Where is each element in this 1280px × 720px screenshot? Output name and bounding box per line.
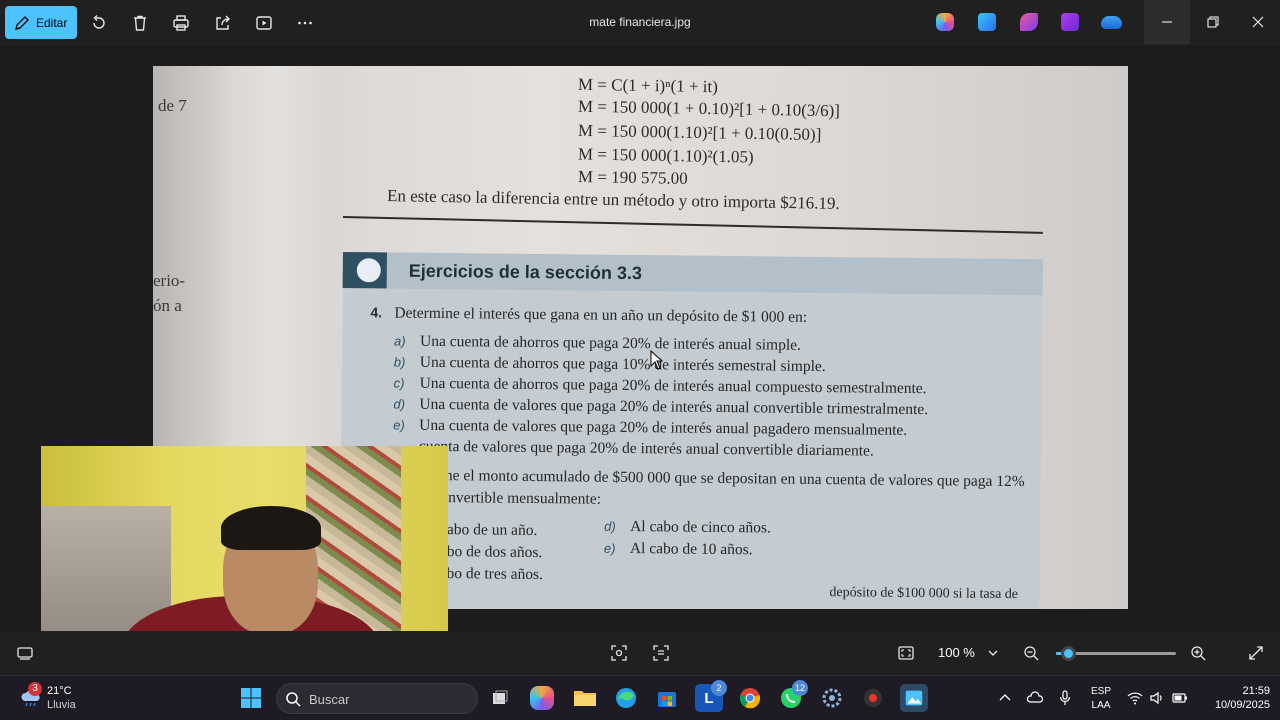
list-item: e) Una cuenta de valores que paga 20% de … [393,416,908,439]
file-explorer-icon[interactable] [571,684,599,712]
settings-icon[interactable] [818,684,846,712]
notification-badge: 12 [792,680,808,696]
slideshow-icon[interactable] [253,12,275,34]
problem-5-line-1: ine el monto acumulado de $500 000 que s… [440,467,1025,491]
zoom-out-icon[interactable] [1022,644,1040,662]
copilot-icon[interactable] [936,13,954,31]
formula-line: M = 190 575.00 [577,167,688,188]
restore-icon [1207,16,1219,28]
edit-button[interactable]: Editar [5,6,77,39]
list-item: cabo de un año. [440,521,538,540]
restore-button[interactable] [1190,0,1236,44]
margin-text-left-1: erio- [153,271,186,290]
store-icon[interactable] [653,684,681,712]
volume-icon[interactable] [1149,690,1165,706]
designer-icon[interactable] [978,13,996,31]
print-icon[interactable] [170,12,192,34]
viewer-bottom-bar: 100 % [0,631,1280,675]
zoom-in-icon[interactable] [1189,644,1207,662]
edit-button-label: Editar [36,15,68,30]
more-icon[interactable] [294,12,316,34]
problem-text: Determine el interés que gana en un año … [394,304,808,326]
problem-5-line-2: onvertible mensualmente: [440,489,602,508]
photos-app-icon[interactable] [900,684,928,712]
list-item: d) Al cabo de cinco años. [604,518,771,537]
difference-sentence: En este caso la diferencia entre un méto… [386,186,840,213]
search-icon [286,692,301,707]
cut-off-line: depósito de $100 000 si la tasa de [829,585,1019,603]
onedrive-tray-icon[interactable] [1026,690,1044,706]
formula-line: M = C(1 + i)ⁿ(1 + it) [577,74,719,97]
copilot-taskbar-icon[interactable] [530,686,554,710]
clock-time: 21:59 [1242,685,1270,697]
mouse-cursor-icon [650,350,664,370]
battery-icon[interactable] [1172,690,1188,706]
window-title: mate financiera.jpg [589,15,691,29]
formula-line: M = 150 000(1 + 0.10)²[1 + 0.10(3/6)] [577,96,841,121]
chrome-icon[interactable] [736,684,764,712]
clipchamp-icon[interactable] [1020,13,1038,31]
wifi-icon[interactable] [1127,690,1143,706]
windows-logo-icon [241,688,261,708]
weather-condition: Lluvia [47,699,76,711]
list-item: a) Una cuenta de ahorros que paga 20% de … [393,332,802,354]
filmstrip-icon[interactable] [16,644,34,662]
weather-widget[interactable]: 3 21°C Lluvia [16,682,106,716]
start-button[interactable] [237,684,265,712]
onedrive-icon[interactable] [1101,16,1122,29]
edit-icon [15,15,29,30]
text-extract-icon[interactable] [652,644,670,662]
input-language[interactable]: ESP LAA [1090,685,1112,713]
list-item: e) Al cabo de 10 años. [603,540,753,559]
section-marker [342,252,387,289]
delete-icon[interactable] [129,12,151,34]
margin-text-top: de 7 [158,96,187,115]
chevron-down-icon[interactable] [984,644,1002,662]
problem-number: 4. [370,304,383,321]
video-editor-icon[interactable] [1061,13,1079,31]
chevron-up-icon[interactable] [997,690,1013,706]
formula-line: M = 150 000(1.10)²(1.05) [577,144,754,167]
zoom-level-dropdown[interactable]: 100 % [938,645,975,660]
taskbar: 3 21°C Lluvia Buscar L 2 12 ESP LAA 21:5… [0,675,1280,720]
recorder-app-icon[interactable] [859,684,887,712]
list-item: abo de tres años. [439,565,544,584]
system-clock[interactable]: 21:59 10/09/2025 [1200,684,1270,712]
viewer-toolbar: Editar mate financiera.jpg [0,0,1280,46]
exercises-title: Ejercicios de la sección 3.3 [408,260,643,284]
input-language-code: ESP [1090,686,1111,697]
rotate-icon[interactable] [88,12,110,34]
margin-text-left-2: ón a [153,296,182,315]
close-button[interactable] [1235,0,1280,44]
list-item: abo de dos años. [439,543,543,562]
close-icon [1252,16,1264,28]
full-screen-icon[interactable] [1247,644,1265,662]
minimize-icon [1162,21,1172,23]
input-language-layout: LAA [1091,700,1111,711]
clock-date: 10/09/2025 [1214,699,1270,711]
zoom-slider-thumb[interactable] [1061,646,1076,661]
webcam-person-hair [221,506,321,550]
edge-icon[interactable] [612,684,640,712]
problem-4: 4. Determine el interés que gana en un añ… [370,304,807,327]
visual-search-icon[interactable] [610,644,628,662]
fit-to-window-icon[interactable] [897,644,915,662]
section-divider [342,216,1043,234]
list-item: d) Una cuenta de valores que paga 20% de … [393,395,929,419]
search-placeholder: Buscar [309,692,350,707]
list-item: c) Una cuenta de ahorros que paga 20% de … [393,374,927,398]
notification-badge: 2 [711,680,727,696]
task-view-icon[interactable] [486,684,514,712]
list-item: b) Una cuenta de ahorros que paga 10% de … [393,353,826,376]
taskbar-search[interactable]: Buscar [276,683,478,714]
microphone-icon[interactable] [1057,690,1073,706]
weather-temperature: 21°C [47,685,72,697]
formula-line: M = 150 000(1.10)²[1 + 0.10(0.50)] [577,120,822,145]
share-icon[interactable] [212,12,234,34]
minimize-button[interactable] [1144,0,1190,44]
weather-badge: 3 [28,682,42,696]
list-item: cuenta de valores que paga 20% de interé… [418,437,874,460]
